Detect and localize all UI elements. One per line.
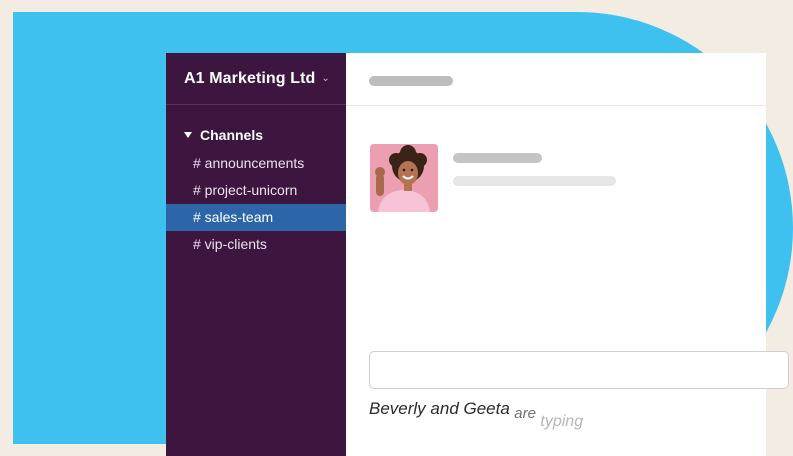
chevron-down-icon: ⌄	[321, 73, 330, 84]
message-text-placeholder	[453, 176, 616, 186]
workspace-switcher[interactable]: A1 Marketing Ltd ⌄	[166, 53, 346, 105]
message-input[interactable]	[369, 351, 789, 389]
channel-list: # announcements # project-unicorn # sale…	[166, 150, 346, 258]
typing-word: typing	[540, 413, 584, 430]
caret-down-icon	[184, 132, 192, 138]
channels-section-toggle[interactable]: Channels	[166, 125, 346, 145]
promo-stage: A1 Marketing Ltd ⌄ Channels # announceme…	[0, 0, 793, 456]
message-author-placeholder	[453, 153, 542, 163]
typing-users: Beverly and Geeta	[369, 399, 510, 418]
chat-app-window: A1 Marketing Ltd ⌄ Channels # announceme…	[166, 53, 789, 456]
typing-indicator: Beverly and Geeta are typing	[369, 399, 583, 430]
channels-section-label: Channels	[200, 127, 264, 143]
channel-item-sales-team[interactable]: # sales-team	[166, 204, 346, 231]
avatar-image	[370, 144, 438, 212]
sidebar: A1 Marketing Ltd ⌄ Channels # announceme…	[166, 53, 346, 456]
main-pane: Beverly and Geeta are typing	[346, 53, 789, 456]
channel-item-project-unicorn[interactable]: # project-unicorn	[166, 177, 346, 204]
avatar[interactable]	[370, 144, 438, 212]
channel-title-placeholder	[369, 76, 453, 86]
typing-are: are	[514, 405, 536, 422]
workspace-name: A1 Marketing Ltd	[184, 69, 316, 87]
channel-item-vip-clients[interactable]: # vip-clients	[166, 231, 346, 258]
channel-item-announcements[interactable]: # announcements	[166, 150, 346, 177]
channel-header	[346, 53, 766, 106]
